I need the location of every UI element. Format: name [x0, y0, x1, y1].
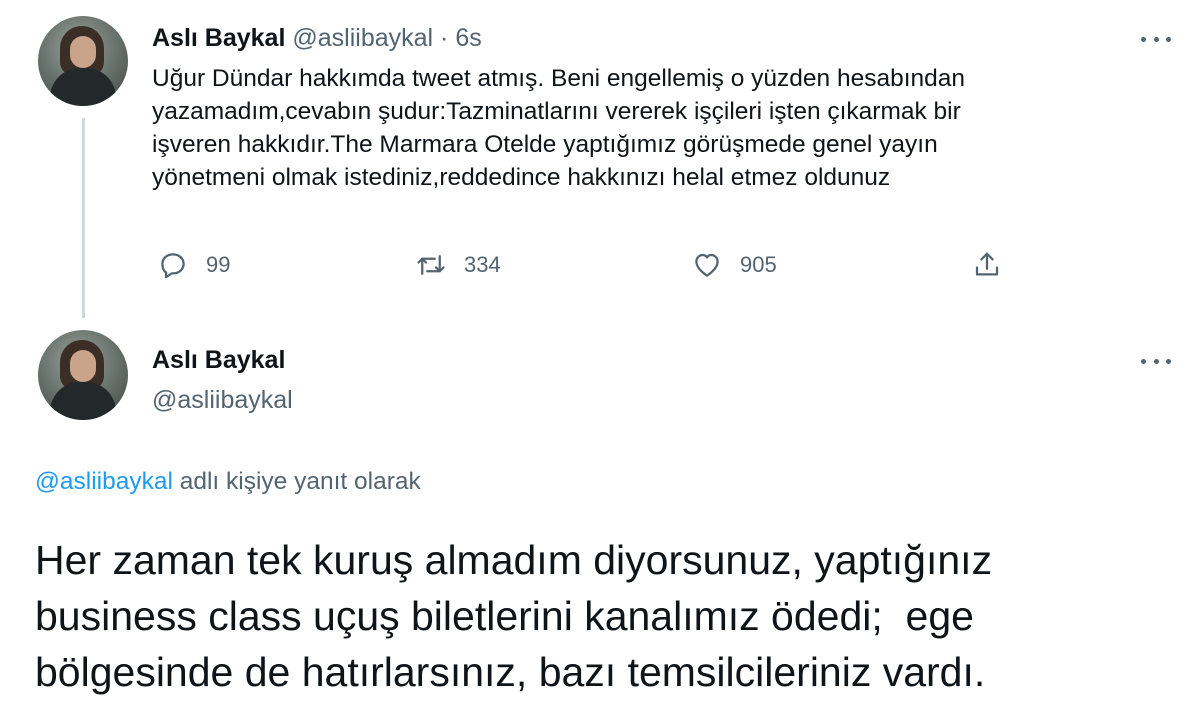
tweet-text: Her zaman tek kuruş almadım diyorsunuz, …: [35, 532, 1175, 700]
tweet-actions: 99 334 905: [152, 250, 1012, 286]
reply-count: 99: [206, 252, 231, 277]
tweet-text-line: Uğur Dündar hakkımda tweet atmış. Beni e…: [152, 65, 966, 92]
share-button[interactable]: [972, 250, 1002, 280]
like-count: 905: [740, 252, 777, 277]
retweet-button[interactable]: 334: [416, 250, 501, 280]
tweet-text: Uğur Dündar hakkımda tweet atmış. Beni e…: [152, 62, 1162, 194]
heart-icon: [695, 253, 719, 277]
tweet-timestamp[interactable]: 6s: [455, 24, 481, 52]
tweet-text-line: yönetmeni olmak istediniz,reddedince hak…: [152, 164, 891, 191]
tweet-text-line: Her zaman tek kuruş almadım diyorsunuz, …: [35, 537, 993, 583]
reply-button[interactable]: 99: [158, 250, 230, 280]
tweet-text-line: bölgesinde de hatırlarsınız, bazı temsil…: [35, 649, 986, 695]
like-button[interactable]: 905: [692, 250, 777, 280]
retweet-count: 334: [464, 252, 501, 277]
tweet-text-line: business class uçuş biletlerini kanalımı…: [35, 593, 974, 639]
more-icon[interactable]: [1141, 32, 1171, 46]
retweet-icon: [417, 255, 445, 275]
thread-connector-line: [82, 118, 85, 318]
replying-to: @asliibaykal adlı kişiye yanıt olarak: [35, 468, 421, 496]
reply-context-text: adlı kişiye yanıt olarak: [172, 468, 421, 495]
author-handle[interactable]: @asliibaykal: [152, 386, 293, 415]
author-name[interactable]: Aslı Baykal: [152, 24, 285, 52]
reply-mention-link[interactable]: @asliibaykal: [35, 468, 173, 495]
avatar[interactable]: [38, 16, 128, 106]
tweet-header: Aslı Baykal @asliibaykal · 6s: [152, 24, 482, 53]
author-name[interactable]: Aslı Baykal: [152, 346, 285, 375]
tweet-text-line: işveren hakkıdır.The Marmara Otelde yapt…: [152, 131, 938, 158]
more-icon[interactable]: [1141, 354, 1171, 368]
reply-icon: [161, 253, 185, 279]
tweet-text-line: yazamadım,cevabın şudur:Tazminatlarını v…: [152, 98, 961, 125]
header-separator: ·: [440, 24, 449, 52]
share-icon: [975, 252, 999, 276]
author-handle[interactable]: @asliibaykal: [292, 24, 433, 52]
avatar[interactable]: [38, 330, 128, 420]
